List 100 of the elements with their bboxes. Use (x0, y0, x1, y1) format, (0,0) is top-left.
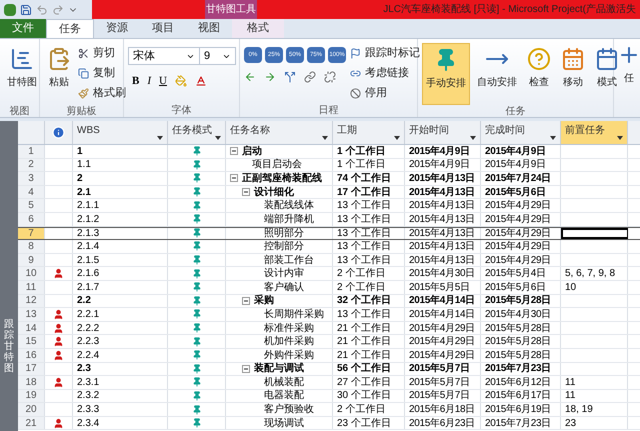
calendar-icon (595, 47, 619, 71)
row-number[interactable]: 5 (18, 199, 45, 212)
row-number[interactable]: 17 (18, 362, 45, 376)
person-icon (53, 418, 64, 429)
row-number[interactable]: 4 (18, 186, 45, 198)
row-number[interactable]: 21 (18, 416, 45, 430)
collapse-icon[interactable] (230, 174, 238, 182)
split-icon[interactable] (284, 71, 296, 83)
ribbon-tab[interactable]: 文件 (0, 19, 46, 38)
row-number[interactable]: 19 (18, 390, 45, 402)
predecessors-cell: 11 (561, 390, 628, 402)
duration-cell: 13 个工作日 (333, 308, 405, 321)
ribbon-button[interactable]: 停用 (350, 83, 420, 103)
row-number[interactable]: 10 (18, 267, 45, 280)
font-size-dropdown[interactable]: 9 (200, 47, 236, 65)
row-number[interactable]: 12 (18, 294, 45, 308)
ribbon-tab[interactable]: 视图 (186, 19, 232, 38)
finish-cell: 2015年7月23日 (481, 362, 561, 376)
ribbon-button[interactable]: 复制 (78, 63, 126, 83)
column-header[interactable]: 前置任务 (561, 121, 628, 144)
duration-cell: 1 个工作日 (333, 145, 405, 158)
indent-icon[interactable] (264, 71, 276, 83)
ribbon-button[interactable]: 剪切 (78, 43, 126, 63)
ribbon-button[interactable]: 自动安排 (474, 43, 520, 105)
dropdown-icon[interactable] (617, 136, 623, 140)
dropdown-icon[interactable] (394, 136, 400, 140)
collapse-icon[interactable] (242, 296, 250, 305)
calendar-icon (561, 47, 585, 71)
bold-button[interactable]: B (132, 73, 140, 90)
cut-icon (78, 48, 89, 58)
duration-cell: 2 个工作日 (333, 403, 405, 416)
task-name: 设计内审 (264, 266, 304, 282)
row-number[interactable]: 7 (18, 228, 45, 240)
pushpin-icon (192, 200, 202, 211)
task-name: 机加件采购 (264, 334, 314, 350)
italic-button[interactable]: I (147, 73, 152, 90)
wbs-cell: 2.1.7 (73, 280, 168, 294)
underline-button[interactable]: U (159, 73, 167, 90)
column-header[interactable]: 开始时间 (405, 121, 481, 144)
ribbon-button[interactable]: 考虑链接 (350, 63, 420, 83)
dropdown-icon[interactable] (550, 136, 556, 140)
inactive-icon (350, 88, 361, 98)
wbs-cell: 1 (73, 145, 168, 158)
row-number[interactable]: 15 (18, 335, 45, 348)
font-name-dropdown[interactable]: 宋体 (128, 47, 200, 65)
pushpin-icon (192, 309, 202, 320)
row-number[interactable]: 18 (18, 376, 45, 389)
row-number[interactable]: 1 (18, 145, 45, 158)
fill-color-icon[interactable] (174, 75, 187, 88)
dropdown-icon[interactable] (157, 136, 163, 140)
font-color-icon[interactable] (194, 75, 207, 88)
pushpin-icon (192, 404, 202, 415)
outdent-icon[interactable] (244, 71, 256, 83)
unlink-icon[interactable] (324, 71, 336, 83)
link-icon[interactable] (304, 71, 316, 83)
collapse-icon[interactable] (242, 188, 250, 196)
row-number[interactable]: 14 (18, 322, 45, 334)
dropdown-icon[interactable] (215, 136, 221, 140)
row-number[interactable]: 3 (18, 172, 45, 185)
row-number[interactable]: 16 (18, 348, 45, 362)
task-name: 装配与调试 (254, 362, 304, 376)
column-header[interactable]: 任务模式 (168, 121, 226, 144)
row-number[interactable]: 6 (18, 212, 45, 226)
row-number[interactable]: 20 (18, 403, 45, 416)
row-number[interactable]: 11 (18, 280, 45, 294)
wbs-cell: 2.3.3 (73, 403, 168, 416)
task-name: 电器装配 (264, 388, 304, 404)
ribbon-button[interactable]: 格式刷 (78, 83, 126, 103)
dropdown-icon[interactable] (470, 136, 476, 140)
save-icon[interactable] (20, 4, 32, 16)
person-icon (53, 336, 64, 348)
task-name: 部装工作台 (264, 254, 314, 268)
collapse-icon[interactable] (242, 364, 250, 373)
row-number[interactable]: 13 (18, 308, 45, 321)
ribbon-button[interactable]: 模式 (592, 43, 622, 105)
ribbon-button[interactable]: 移动 (558, 43, 588, 105)
ribbon-button[interactable]: 检查 (524, 43, 554, 105)
row-number[interactable]: 9 (18, 254, 45, 266)
person-icon (53, 268, 64, 280)
row-number[interactable]: 8 (18, 240, 45, 253)
ribbon-tab[interactable]: 资源 (94, 19, 140, 38)
ribbon-button[interactable]: 粘贴 (44, 43, 74, 105)
ribbon-tab[interactable]: 项目 (140, 19, 186, 38)
task-name: 机械装配 (264, 376, 304, 390)
ribbon-button[interactable]: 手动安排 (422, 43, 470, 105)
column-header[interactable]: 工期 (333, 121, 405, 144)
row-number[interactable]: 2 (18, 158, 45, 172)
finish-cell: 2015年4月30日 (481, 308, 561, 321)
ribbon-button[interactable]: 甘特图 (4, 43, 40, 105)
pushpin-icon (192, 377, 202, 388)
dropdown-icon[interactable] (322, 136, 328, 140)
pushpin-icon (192, 336, 202, 347)
start-cell: 2015年6月23日 (405, 416, 481, 430)
collapse-icon[interactable] (230, 147, 238, 156)
ribbon-tab[interactable]: 任务 (46, 19, 94, 38)
column-header[interactable]: 任务名称 (226, 121, 333, 144)
task-name: 外购件采购 (264, 348, 314, 362)
column-header[interactable]: WBS (73, 121, 168, 144)
ribbon-tab[interactable]: 格式 (232, 19, 284, 38)
ribbon-button[interactable]: 跟踪时标记 (350, 43, 420, 63)
